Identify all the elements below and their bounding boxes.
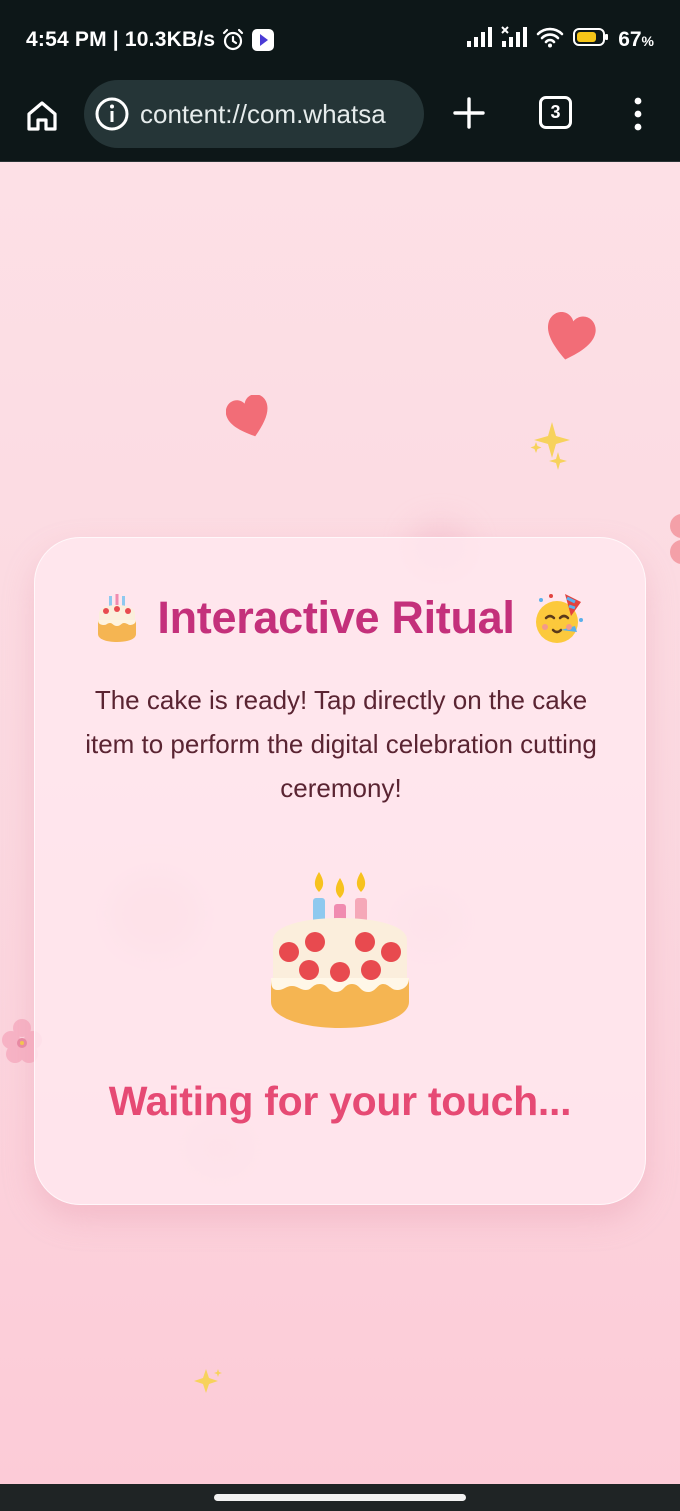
card-title: Interactive Ritual [157,592,515,643]
signal-icon [466,26,493,54]
status-time-speed: 4:54 PM | 10.3KB/s [26,28,216,51]
heart-icon [547,312,596,360]
sparkles-icon [194,1369,222,1393]
url-bar[interactable]: content://com.whatsa [84,80,424,148]
birthday-cake-icon [98,594,137,642]
tabs-icon[interactable]: 3 [539,96,572,129]
card-title-row: Interactive Ritual [35,590,645,646]
signal-no-data-icon [501,26,528,54]
battery-percent: 67% [618,28,654,52]
alarm-icon [221,28,245,52]
new-tab-icon[interactable] [452,96,486,130]
battery-percent-unit: % [641,33,654,49]
tab-count: 3 [550,102,561,122]
more-menu-icon[interactable] [628,94,648,134]
cake-icon[interactable] [265,860,415,1035]
partying-face-icon [535,594,583,643]
status-right: 67% [466,26,654,54]
battery-icon [573,27,609,53]
page-background: Interactive Ritual The cake is ready! Ta… [0,162,680,1484]
home-icon[interactable] [24,98,60,134]
url-text[interactable]: content://com.whatsa [140,99,386,130]
status-bar: 4:54 PM | 10.3KB/s 67% [0,0,680,80]
gesture-handle[interactable] [214,1494,466,1501]
heart-icon [670,514,680,564]
battery-percent-value: 67 [618,28,642,51]
ritual-card: Interactive Ritual The cake is ready! Ta… [34,537,646,1205]
card-description: The cake is ready! Tap directly on the c… [85,685,597,803]
sparkles-icon [530,422,570,470]
status-message: Waiting for your touch... [108,1078,572,1124]
browser-toolbar: content://com.whatsa 3 [0,80,680,162]
system-nav-bar [0,1484,680,1511]
info-icon[interactable] [94,96,130,132]
heart-icon [226,395,268,437]
status-left: 4:54 PM | 10.3KB/s [26,28,275,52]
wifi-icon [536,26,564,54]
media-play-icon [251,28,275,52]
